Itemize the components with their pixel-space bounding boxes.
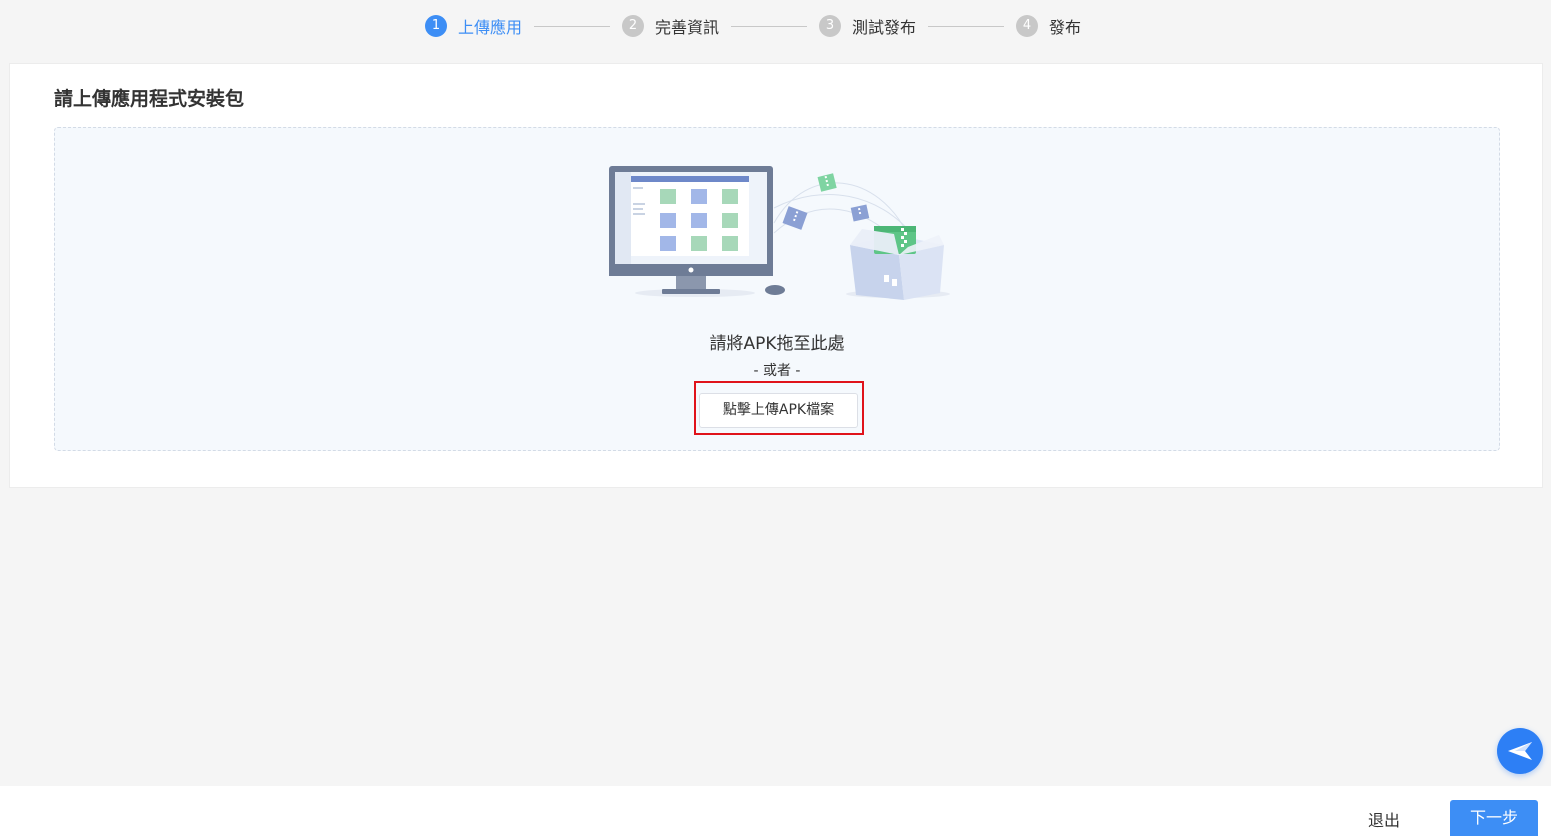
step-label: 測試發布 — [852, 18, 917, 37]
step-number: 4 — [1016, 15, 1039, 37]
drop-instruction: 請將APK拖至此處 — [709, 334, 845, 354]
feedback-fab[interactable] — [1497, 728, 1543, 774]
apk-dropzone[interactable]: 請將APK拖至此處 - 或者 - 點擊上傳APK檔案 — [54, 127, 1500, 451]
step-number: 1 — [425, 15, 447, 37]
step-connector — [731, 25, 808, 27]
upload-card: 請上傳應用程式安裝包 請將APK拖至此處 - 或者 - 點擊上傳APK檔案 — [9, 63, 1543, 488]
exit-button[interactable]: 退出 — [1352, 807, 1416, 831]
computer-upload-box-illustration — [609, 166, 950, 300]
or-separator: - 或者 - — [753, 363, 801, 379]
next-step-button[interactable]: 下一步 — [1450, 800, 1538, 836]
steps-bar: 1 上傳應用 2 完善資訊 3 測試發布 4 發布 — [425, 12, 1081, 40]
step-connector — [928, 25, 1005, 27]
step-release: 4 發布 — [1016, 14, 1081, 38]
step-complete-info: 2 完善資訊 — [622, 14, 719, 38]
step-label: 發布 — [1049, 18, 1082, 37]
footer-bar: 退出 下一步 — [0, 786, 1551, 836]
paper-plane-icon — [1508, 742, 1532, 760]
page-title: 請上傳應用程式安裝包 — [54, 88, 245, 110]
app-page: 1 上傳應用 2 完善資訊 3 測試發布 4 發布 請上傳應用程式安裝包 請將A… — [0, 0, 1551, 836]
upload-apk-button[interactable]: 點擊上傳APK檔案 — [699, 393, 858, 428]
step-connector — [534, 25, 611, 27]
step-label: 完善資訊 — [655, 18, 720, 37]
step-label: 上傳應用 — [458, 18, 523, 37]
step-number: 3 — [819, 15, 842, 37]
step-test-release: 3 測試發布 — [819, 14, 916, 38]
step-number: 2 — [622, 15, 645, 37]
step-upload-app: 1 上傳應用 — [425, 14, 522, 38]
